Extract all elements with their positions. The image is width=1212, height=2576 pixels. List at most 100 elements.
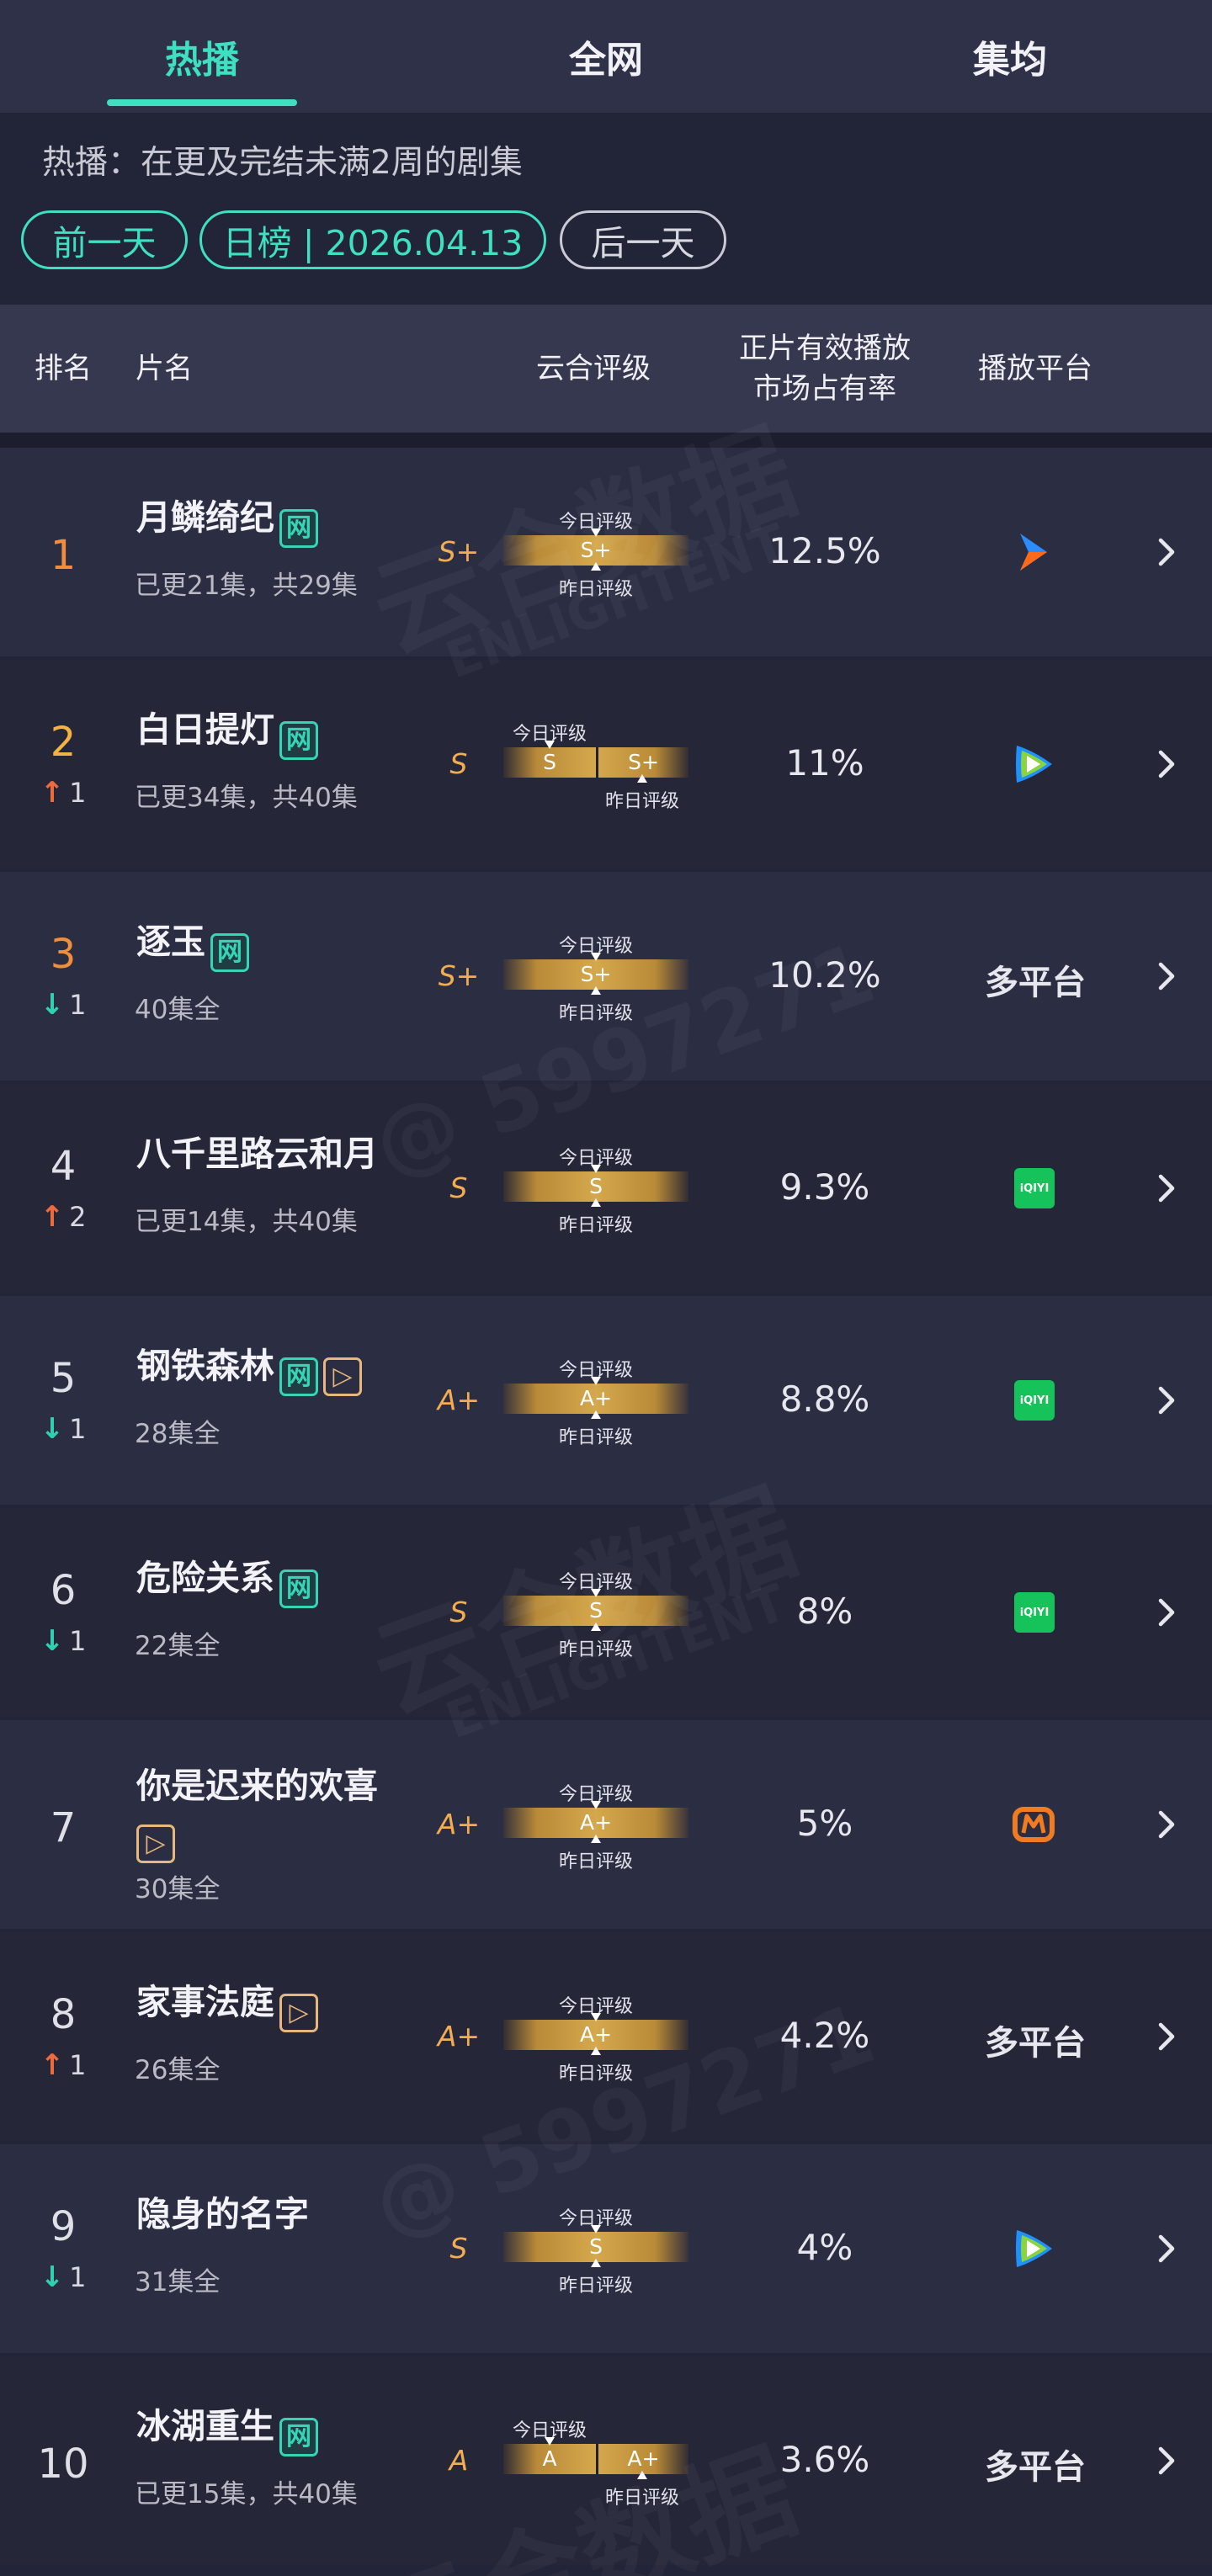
rank-change: ↑ 1 <box>25 2048 101 2082</box>
rating-gradient-bar: S <box>503 1171 688 1202</box>
chevron-right-icon[interactable] <box>1149 2232 1183 2265</box>
play-badge-icon: ▷ <box>323 1357 362 1396</box>
rating-bar: 今日评级 S+ 昨日评级 <box>503 500 688 601</box>
chevron-right-icon[interactable] <box>1149 1596 1183 1629</box>
rank-number: 8 <box>50 1991 77 2038</box>
chevron-right-icon[interactable] <box>1149 1808 1183 1841</box>
yesterday-marker-icon <box>591 1623 601 1631</box>
yesterday-marker-icon <box>637 2471 647 2479</box>
rating-gradient-bar: A+ <box>503 1808 688 1838</box>
date-selector[interactable]: 日榜 | 2026.04.13 <box>199 210 546 269</box>
show-title-text: 逐玉 <box>136 922 205 962</box>
top-tabs: 热播 全网 集均 <box>0 0 1212 113</box>
table-row[interactable]: 4 ↑ 2 八千里路云和月 已更14集，共40集 S 今日评级 S 昨日评级 9.3% iQIYI <box>0 1084 1212 1293</box>
yesterday-marker-icon <box>591 1835 601 1843</box>
tab-episode-average[interactable]: 集均 <box>808 0 1212 113</box>
table-row[interactable]: 1 月鳞绮纪网已更21集，共29集 S+ 今日评级 S+ 昨日评级 12.5% <box>0 448 1212 656</box>
arrow-down-icon: ↓ <box>40 2260 65 2294</box>
network-drama-badge: 网 <box>279 509 318 548</box>
next-day-button[interactable]: 后一天 <box>560 210 726 269</box>
show-title[interactable]: 逐玉网 <box>136 918 414 972</box>
episode-status: 22集全 <box>135 1631 221 1661</box>
show-title[interactable]: 隐身的名字 <box>136 2191 414 2238</box>
show-title[interactable]: 冰湖重生网 <box>136 2403 414 2456</box>
youku-icon <box>1008 527 1059 577</box>
show-title[interactable]: 白日提灯网 <box>136 706 414 760</box>
chevron-right-icon[interactable] <box>1149 535 1183 569</box>
today-rating-value: S <box>543 750 556 774</box>
show-title[interactable]: 月鳞绮纪网 <box>136 494 414 548</box>
chevron-right-icon[interactable] <box>1149 747 1183 781</box>
rank-change: ↓ 1 <box>25 1412 101 1446</box>
today-marker-icon <box>591 1589 601 1597</box>
table-row[interactable]: 8 ↑ 1 家事法庭 ▷ 26集全 A+ 今日评级 A+ 昨日评级 4.2% 多平台 <box>0 1932 1212 2141</box>
rank-number: 1 <box>50 532 77 579</box>
chevron-right-icon[interactable] <box>1149 1384 1183 1417</box>
yesterday-rating-label: 昨日评级 <box>604 2488 679 2509</box>
table-row[interactable]: 6 ↓ 1 危险关系网 22集全 S 今日评级 S 昨日评级 8% iQIYI <box>0 1508 1212 1717</box>
tab-hot[interactable]: 热播 <box>0 0 404 113</box>
yesterday-marker-icon <box>591 986 601 995</box>
episode-status: 30集全 <box>135 1874 221 1904</box>
platform-label: 多平台 <box>985 2448 1086 2487</box>
rating-bar: 今日评级 S 昨日评级 <box>503 2196 688 2297</box>
header-title: 片名 <box>136 352 193 385</box>
table-row[interactable]: 3 ↓ 1 逐玉网 40集全 S+ 今日评级 S+ 昨日评级 10.2% 多平台 <box>0 872 1212 1081</box>
show-title[interactable]: 你是迟来的欢喜 ▷ <box>136 1762 414 1863</box>
table-row[interactable]: 2 ↑ 1 白日提灯网已更34集，共40集 S 今日评级 S S+ 昨日评级 11% <box>0 660 1212 868</box>
rank-change: ↓ 1 <box>25 988 101 1022</box>
show-title-text: 八千里路云和月 <box>136 1134 378 1174</box>
chevron-right-icon[interactable] <box>1149 2444 1183 2478</box>
rating-gradient-bar: S S+ <box>503 747 688 778</box>
today-marker-icon <box>545 2437 555 2446</box>
chevron-right-icon[interactable] <box>1149 2020 1183 2053</box>
rating-gradient-bar: S+ <box>503 535 688 566</box>
tencent-video-icon <box>1008 2223 1059 2274</box>
show-title[interactable]: 钢铁森林网 ▷ <box>136 1342 414 1396</box>
rank-change: ↑ 1 <box>25 776 101 810</box>
rank-change-value: 1 <box>69 777 87 809</box>
show-title[interactable]: 危险关系网 <box>136 1554 414 1608</box>
market-share-value: 4.2% <box>779 2015 870 2056</box>
chevron-right-icon[interactable] <box>1149 1171 1183 1205</box>
active-tab-indicator <box>107 99 297 106</box>
show-title[interactable]: 家事法庭 ▷ <box>136 1978 414 2032</box>
table-row[interactable]: 7 你是迟来的欢喜▷ 30集全 A+ 今日评级 A+ 昨日评级 5% <box>0 1720 1212 1929</box>
yesterday-rating-label: 昨日评级 <box>558 1427 633 1448</box>
rank-change-value: 1 <box>69 2261 87 2293</box>
iqiyi-icon: iQIYI <box>1014 1380 1055 1421</box>
today-rating-value: S+ <box>580 962 612 986</box>
today-rating-value: A+ <box>579 1810 613 1835</box>
episode-status: 已更15集，共40集 <box>135 2479 358 2510</box>
network-drama-badge: 网 <box>279 1357 318 1396</box>
iqiyi-icon: iQIYI <box>1014 1168 1055 1208</box>
prev-day-button[interactable]: 前一天 <box>21 210 188 269</box>
show-title-text: 家事法庭 <box>136 1982 274 2022</box>
yesterday-rating-label: 昨日评级 <box>558 2063 633 2085</box>
arrow-up-icon: ↑ <box>40 776 65 810</box>
yesterday-rating-value: A+ <box>627 2446 660 2471</box>
network-drama-badge: 网 <box>279 2418 318 2456</box>
rating-bar: 今日评级 A+ 昨日评级 <box>503 1984 688 2085</box>
market-share-value: 12.5% <box>768 530 881 571</box>
table-row[interactable]: 5 ↓ 1 钢铁森林网 ▷ 28集全 A+ 今日评级 A+ 昨日评级 8.8% iQIYI <box>0 1296 1212 1505</box>
rank-change: ↑ 2 <box>25 1200 101 1234</box>
list-description: 热播：在更及完结未满2周的剧集 <box>42 144 523 182</box>
yesterday-rating-label: 昨日评级 <box>558 1003 633 1024</box>
chevron-right-icon[interactable] <box>1149 959 1183 993</box>
header-market-share-line2: 市场占有率 <box>753 372 896 406</box>
table-row[interactable]: 10 冰湖重生网已更15集，共40集 A 今日评级 A A+ 昨日评级 3.6% 多平台 <box>0 2356 1212 2565</box>
header-market-share-line1: 正片有效播放 <box>739 332 911 365</box>
network-drama-badge: 网 <box>279 721 318 760</box>
rating-grade: S <box>449 1596 468 1628</box>
tab-all-network[interactable]: 全网 <box>404 0 808 113</box>
today-rating-value: A+ <box>579 2022 613 2047</box>
rank-number: 5 <box>50 1355 77 1402</box>
show-title[interactable]: 八千里路云和月 <box>136 1130 414 1177</box>
today-marker-icon <box>591 2225 601 2233</box>
episode-status: 40集全 <box>135 995 221 1025</box>
table-row[interactable]: 9 ↓ 1 隐身的名字 31集全 S 今日评级 S 昨日评级 4% <box>0 2144 1212 2353</box>
rating-gradient-bar: A+ <box>503 1384 688 1414</box>
rating-gradient-bar: A+ <box>503 2020 688 2050</box>
show-title-text: 钢铁森林 <box>136 1346 274 1386</box>
